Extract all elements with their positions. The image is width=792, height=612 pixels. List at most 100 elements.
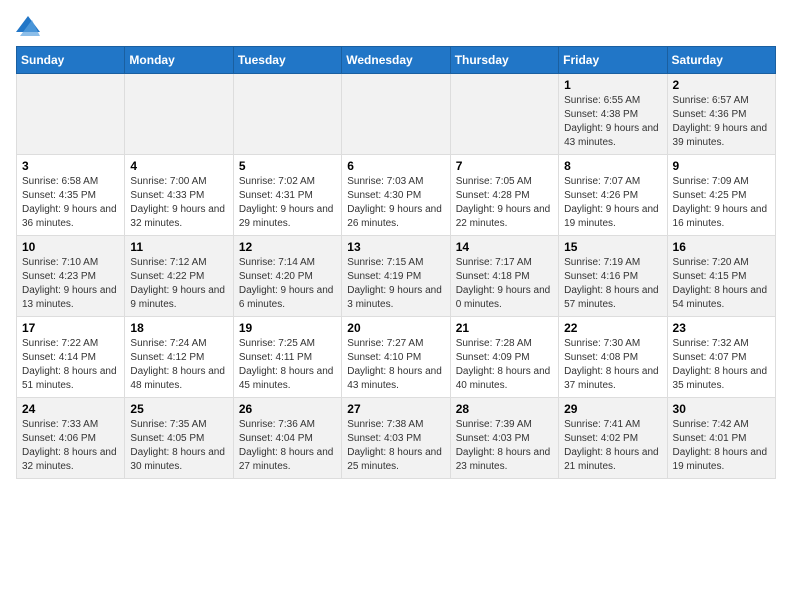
day-number: 10 [22, 240, 119, 254]
calendar-cell: 25 Sunrise: 7:35 AMSunset: 4:05 PMDayligh… [125, 398, 233, 479]
calendar-cell: 27 Sunrise: 7:38 AMSunset: 4:03 PMDayligh… [342, 398, 450, 479]
day-detail: Sunrise: 7:17 AMSunset: 4:18 PMDaylight:… [456, 256, 553, 312]
calendar-cell: 29Sunrise: 7:41 AMSunset: 4:02 PMDayligh… [559, 398, 667, 479]
day-number: 4 [130, 159, 227, 173]
calendar-cell [17, 74, 125, 155]
day-detail: Sunrise: 7:19 AMSunset: 4:16 PMDaylight:… [564, 256, 661, 312]
calendar-cell: 8 Sunrise: 7:07 AMSunset: 4:26 PMDaylight… [559, 155, 667, 236]
day-number: 13 [347, 240, 444, 254]
day-detail: Sunrise: 7:05 AMSunset: 4:28 PMDaylight:… [456, 175, 553, 231]
day-detail: Sunrise: 7:07 AMSunset: 4:26 PMDaylight:… [564, 175, 661, 231]
calendar-cell [450, 74, 558, 155]
calendar-cell: 30 Sunrise: 7:42 AMSunset: 4:01 PMDayligh… [667, 398, 775, 479]
day-number: 11 [130, 240, 227, 254]
calendar-cell: 17 Sunrise: 7:22 AMSunset: 4:14 PMDayligh… [17, 317, 125, 398]
day-number: 6 [347, 159, 444, 173]
day-detail: Sunrise: 7:32 AMSunset: 4:07 PMDaylight:… [673, 337, 770, 393]
calendar-cell: 11 Sunrise: 7:12 AMSunset: 4:22 PMDayligh… [125, 236, 233, 317]
calendar-cell: 6 Sunrise: 7:03 AMSunset: 4:30 PMDaylight… [342, 155, 450, 236]
day-detail: Sunrise: 7:38 AMSunset: 4:03 PMDaylight:… [347, 418, 444, 474]
logo-icon [16, 16, 40, 36]
logo [16, 16, 44, 36]
header [16, 16, 776, 36]
calendar-cell: 4 Sunrise: 7:00 AMSunset: 4:33 PMDaylight… [125, 155, 233, 236]
calendar-cell: 19 Sunrise: 7:25 AMSunset: 4:11 PMDayligh… [233, 317, 341, 398]
calendar-cell: 22Sunrise: 7:30 AMSunset: 4:08 PMDayligh… [559, 317, 667, 398]
calendar-cell [342, 74, 450, 155]
day-detail: Sunrise: 7:33 AMSunset: 4:06 PMDaylight:… [22, 418, 119, 474]
day-number: 28 [456, 402, 553, 416]
calendar-cell: 26 Sunrise: 7:36 AMSunset: 4:04 PMDayligh… [233, 398, 341, 479]
day-number: 27 [347, 402, 444, 416]
calendar-cell: 20 Sunrise: 7:27 AMSunset: 4:10 PMDayligh… [342, 317, 450, 398]
calendar-cell: 13 Sunrise: 7:15 AMSunset: 4:19 PMDayligh… [342, 236, 450, 317]
calendar-cell: 5 Sunrise: 7:02 AMSunset: 4:31 PMDaylight… [233, 155, 341, 236]
day-detail: Sunrise: 7:15 AMSunset: 4:19 PMDaylight:… [347, 256, 444, 312]
day-number: 1 [564, 78, 661, 92]
day-number: 5 [239, 159, 336, 173]
day-detail: Sunrise: 7:00 AMSunset: 4:33 PMDaylight:… [130, 175, 227, 231]
day-detail: Sunrise: 7:02 AMSunset: 4:31 PMDaylight:… [239, 175, 336, 231]
day-detail: Sunrise: 7:36 AMSunset: 4:04 PMDaylight:… [239, 418, 336, 474]
calendar-cell: 28 Sunrise: 7:39 AMSunset: 4:03 PMDayligh… [450, 398, 558, 479]
day-number: 20 [347, 321, 444, 335]
day-number: 23 [673, 321, 770, 335]
day-number: 30 [673, 402, 770, 416]
day-number: 3 [22, 159, 119, 173]
day-detail: Sunrise: 7:27 AMSunset: 4:10 PMDaylight:… [347, 337, 444, 393]
day-number: 22 [564, 321, 661, 335]
day-detail: Sunrise: 7:03 AMSunset: 4:30 PMDaylight:… [347, 175, 444, 231]
calendar-cell: 18 Sunrise: 7:24 AMSunset: 4:12 PMDayligh… [125, 317, 233, 398]
day-number: 18 [130, 321, 227, 335]
calendar-header: SundayMondayTuesdayWednesdayThursdayFrid… [17, 47, 776, 74]
column-header-saturday: Saturday [667, 47, 775, 74]
day-detail: Sunrise: 6:58 AMSunset: 4:35 PMDaylight:… [22, 175, 119, 231]
day-number: 8 [564, 159, 661, 173]
day-detail: Sunrise: 7:14 AMSunset: 4:20 PMDaylight:… [239, 256, 336, 312]
day-detail: Sunrise: 7:10 AMSunset: 4:23 PMDaylight:… [22, 256, 119, 312]
column-header-friday: Friday [559, 47, 667, 74]
day-detail: Sunrise: 6:57 AMSunset: 4:36 PMDaylight:… [673, 94, 770, 150]
day-detail: Sunrise: 7:39 AMSunset: 4:03 PMDaylight:… [456, 418, 553, 474]
calendar-cell: 2 Sunrise: 6:57 AMSunset: 4:36 PMDaylight… [667, 74, 775, 155]
day-number: 21 [456, 321, 553, 335]
day-number: 24 [22, 402, 119, 416]
day-detail: Sunrise: 7:25 AMSunset: 4:11 PMDaylight:… [239, 337, 336, 393]
calendar-table: SundayMondayTuesdayWednesdayThursdayFrid… [16, 46, 776, 479]
day-detail: Sunrise: 7:20 AMSunset: 4:15 PMDaylight:… [673, 256, 770, 312]
day-detail: Sunrise: 7:09 AMSunset: 4:25 PMDaylight:… [673, 175, 770, 231]
day-number: 19 [239, 321, 336, 335]
day-detail: Sunrise: 6:55 AMSunset: 4:38 PMDaylight:… [564, 94, 661, 150]
column-header-wednesday: Wednesday [342, 47, 450, 74]
day-number: 17 [22, 321, 119, 335]
day-number: 9 [673, 159, 770, 173]
day-number: 26 [239, 402, 336, 416]
day-detail: Sunrise: 7:12 AMSunset: 4:22 PMDaylight:… [130, 256, 227, 312]
column-header-monday: Monday [125, 47, 233, 74]
calendar-cell: 1 Sunrise: 6:55 AMSunset: 4:38 PMDaylight… [559, 74, 667, 155]
day-detail: Sunrise: 7:24 AMSunset: 4:12 PMDaylight:… [130, 337, 227, 393]
day-detail: Sunrise: 7:42 AMSunset: 4:01 PMDaylight:… [673, 418, 770, 474]
day-number: 25 [130, 402, 227, 416]
calendar-cell: 14 Sunrise: 7:17 AMSunset: 4:18 PMDayligh… [450, 236, 558, 317]
calendar-cell [125, 74, 233, 155]
day-detail: Sunrise: 7:35 AMSunset: 4:05 PMDaylight:… [130, 418, 227, 474]
calendar-cell: 16Sunrise: 7:20 AMSunset: 4:15 PMDayligh… [667, 236, 775, 317]
calendar-cell: 23 Sunrise: 7:32 AMSunset: 4:07 PMDayligh… [667, 317, 775, 398]
calendar-cell: 24 Sunrise: 7:33 AMSunset: 4:06 PMDayligh… [17, 398, 125, 479]
day-number: 29 [564, 402, 661, 416]
day-detail: Sunrise: 7:22 AMSunset: 4:14 PMDaylight:… [22, 337, 119, 393]
day-number: 2 [673, 78, 770, 92]
calendar-cell: 12 Sunrise: 7:14 AMSunset: 4:20 PMDayligh… [233, 236, 341, 317]
day-detail: Sunrise: 7:28 AMSunset: 4:09 PMDaylight:… [456, 337, 553, 393]
column-header-thursday: Thursday [450, 47, 558, 74]
calendar-cell: 9 Sunrise: 7:09 AMSunset: 4:25 PMDaylight… [667, 155, 775, 236]
column-header-tuesday: Tuesday [233, 47, 341, 74]
calendar-cell: 3 Sunrise: 6:58 AMSunset: 4:35 PMDaylight… [17, 155, 125, 236]
day-number: 15 [564, 240, 661, 254]
day-number: 12 [239, 240, 336, 254]
day-number: 14 [456, 240, 553, 254]
calendar-cell: 15 Sunrise: 7:19 AMSunset: 4:16 PMDayligh… [559, 236, 667, 317]
calendar-cell: 10 Sunrise: 7:10 AMSunset: 4:23 PMDayligh… [17, 236, 125, 317]
column-header-sunday: Sunday [17, 47, 125, 74]
